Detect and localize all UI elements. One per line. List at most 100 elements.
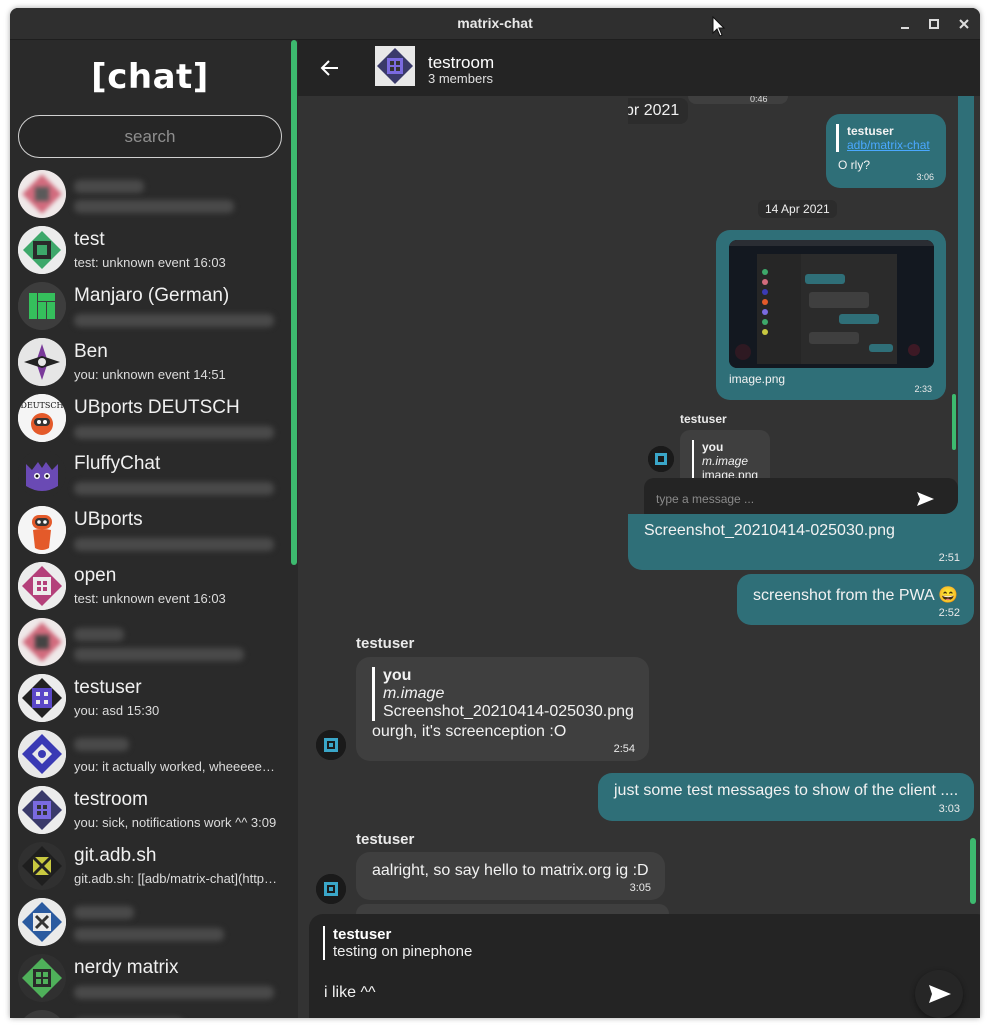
date-chip: 14 Apr 2021 (628, 98, 689, 124)
message-time: 3:05 (629, 882, 651, 894)
message-text: just some test messages to show of the c… (614, 782, 959, 799)
sender-name: testuser (356, 831, 415, 848)
room-item[interactable] (10, 166, 290, 222)
nested-screenshot-message[interactable]: 0:46 14 Apr 2021 testuser adb/matrix-cha… (628, 94, 974, 570)
room-name: Ben (74, 341, 108, 362)
reply-text: testing on pinephone (333, 943, 473, 960)
ubports-robot-icon: DEUTSCH (18, 394, 66, 442)
room-item[interactable]: test test: unknown event 16:03 (10, 222, 290, 278)
search-input[interactable] (18, 115, 282, 158)
room-avatar (18, 1010, 66, 1018)
send-icon (914, 488, 936, 514)
nested-sender-name: testuser (680, 412, 727, 426)
room-last-message: you: sick, notifications work ^^ 3:09 (74, 815, 277, 830)
sidebar: [chat] test test: unknown event 16:03 Ma… (10, 40, 298, 1018)
quote-file: Screenshot_20210414-025030.png (383, 703, 634, 720)
message-bubble-outgoing[interactable]: just some test messages to show of the c… (598, 773, 974, 821)
room-avatar[interactable] (375, 46, 415, 86)
nested-chat-view: 0:46 14 Apr 2021 testuser adb/matrix-cha… (628, 94, 958, 514)
nested-quote-link[interactable]: adb/matrix-chat (847, 138, 930, 152)
quote-type: m.image (383, 685, 445, 702)
room-title: testroom (428, 53, 495, 72)
member-count: 3 members (428, 71, 494, 86)
message-time: 3:03 (938, 803, 960, 815)
testuser-avatar (316, 730, 346, 760)
image-message-bubble[interactable]: image.png 2:33 (716, 230, 946, 400)
room-item[interactable] (10, 894, 290, 950)
room-item[interactable]: git.adb.sh git.adb.sh: [[adb/matrix-chat… (10, 838, 290, 894)
room-name: FluffyChat (74, 453, 161, 474)
room-last-message: git.adb.sh: [[adb/matrix-chat](https://g… (74, 871, 282, 886)
room-item[interactable]: nerdy matrix (10, 950, 290, 1006)
sender-name: testuser (356, 635, 415, 652)
back-arrow-icon[interactable] (316, 54, 344, 82)
fluffychat-logo-icon (18, 450, 66, 498)
mouse-cursor-icon (712, 15, 726, 38)
room-last-message: test: unknown event 16:03 (74, 255, 226, 270)
chat-header: testroom 3 members (298, 40, 980, 96)
maximize-icon[interactable] (923, 13, 945, 35)
room-item[interactable]: testuser you: asd 15:30 (10, 670, 290, 726)
send-button[interactable] (915, 970, 963, 1018)
testuser-avatar (316, 874, 346, 904)
room-avatar (18, 674, 66, 722)
message-text: screenshot from the PWA 😄 (753, 587, 959, 604)
chat-scrollbar[interactable] (970, 838, 976, 904)
minimize-icon[interactable] (894, 13, 916, 35)
room-name: nerdy matrix (74, 957, 179, 978)
room-item[interactable]: open test: unknown event 16:03 (10, 558, 290, 614)
room-avatar (18, 730, 66, 778)
room-avatar (18, 786, 66, 834)
file-name: Screenshot_20210414-025030.png (644, 522, 895, 539)
room-last-message: you: it actually worked, wheeeeeeeeee (74, 759, 282, 774)
room-avatar (18, 226, 66, 274)
room-avatar (18, 898, 66, 946)
room-avatar (18, 954, 66, 1002)
nested-quote-type: m.image (702, 454, 749, 468)
message-bubble-incoming[interactable]: you m.image Screenshot_20210414-025030.p… (356, 657, 649, 761)
reply-quote: you m.image Screenshot_20210414-025030.p… (372, 667, 634, 721)
close-icon[interactable] (953, 13, 975, 35)
room-avatar (18, 170, 66, 218)
app-brand: [chat] (91, 57, 209, 97)
send-icon (929, 985, 951, 1003)
image-thumbnail[interactable] (729, 240, 934, 368)
message-bubble-incoming[interactable]: aalright, so say hello to matrix.org ig … (356, 852, 665, 900)
message-text: aalright, so say hello to matrix.org ig … (372, 862, 649, 879)
room-avatar (18, 562, 66, 610)
room-item[interactable]: FluffyChat (10, 446, 290, 502)
room-item[interactable] (10, 614, 290, 670)
message-time: 2:52 (938, 607, 960, 619)
title-bar: matrix-chat (10, 8, 980, 40)
sidebar-scrollbar[interactable] (291, 40, 297, 565)
composer-input[interactable]: i like ^^ (324, 984, 375, 1002)
nested-reply-text: O rly? (838, 158, 871, 172)
nested-composer[interactable]: type a message ... (644, 478, 958, 514)
room-name: git.adb.sh (74, 845, 157, 866)
room-item[interactable]: DEUTSCH UBports DEUTSCH (10, 390, 290, 446)
room-last-message: test: unknown event 16:03 (74, 591, 226, 606)
room-name: test (74, 229, 105, 250)
message-composer[interactable]: testuser testing on pinephone i like ^^ (309, 914, 980, 1018)
message-time: 2:51 (938, 552, 960, 564)
room-avatar (18, 338, 66, 386)
room-last-message: you: unknown event 14:51 (74, 367, 226, 382)
room-name: testroom (74, 789, 148, 810)
nested-quote-you: you (702, 440, 724, 454)
room-avatar (18, 842, 66, 890)
window-title: matrix-chat (457, 15, 533, 31)
room-item[interactable]: Manjaro (German) (10, 278, 290, 334)
room-name: Manjaro (German) (74, 285, 230, 306)
nested-composer-placeholder: type a message ... (656, 492, 755, 506)
room-item[interactable]: UBports (10, 502, 290, 558)
message-bubble-outgoing[interactable]: screenshot from the PWA 😄 2:52 (737, 574, 974, 625)
room-item[interactable]: Ben you: unknown event 14:51 (10, 334, 290, 390)
room-name: UBports DEUTSCH (74, 397, 240, 418)
message-time: 2:33 (914, 384, 932, 394)
room-item[interactable] (10, 1006, 290, 1018)
avatar-label: DEUTSCH (20, 401, 64, 410)
room-item[interactable]: testroom you: sick, notifications work ^… (10, 782, 290, 838)
reply-preview: testuser testing on pinephone (323, 926, 472, 960)
room-name: testuser (74, 677, 142, 698)
room-item[interactable]: you: it actually worked, wheeeeeeeeee (10, 726, 290, 782)
